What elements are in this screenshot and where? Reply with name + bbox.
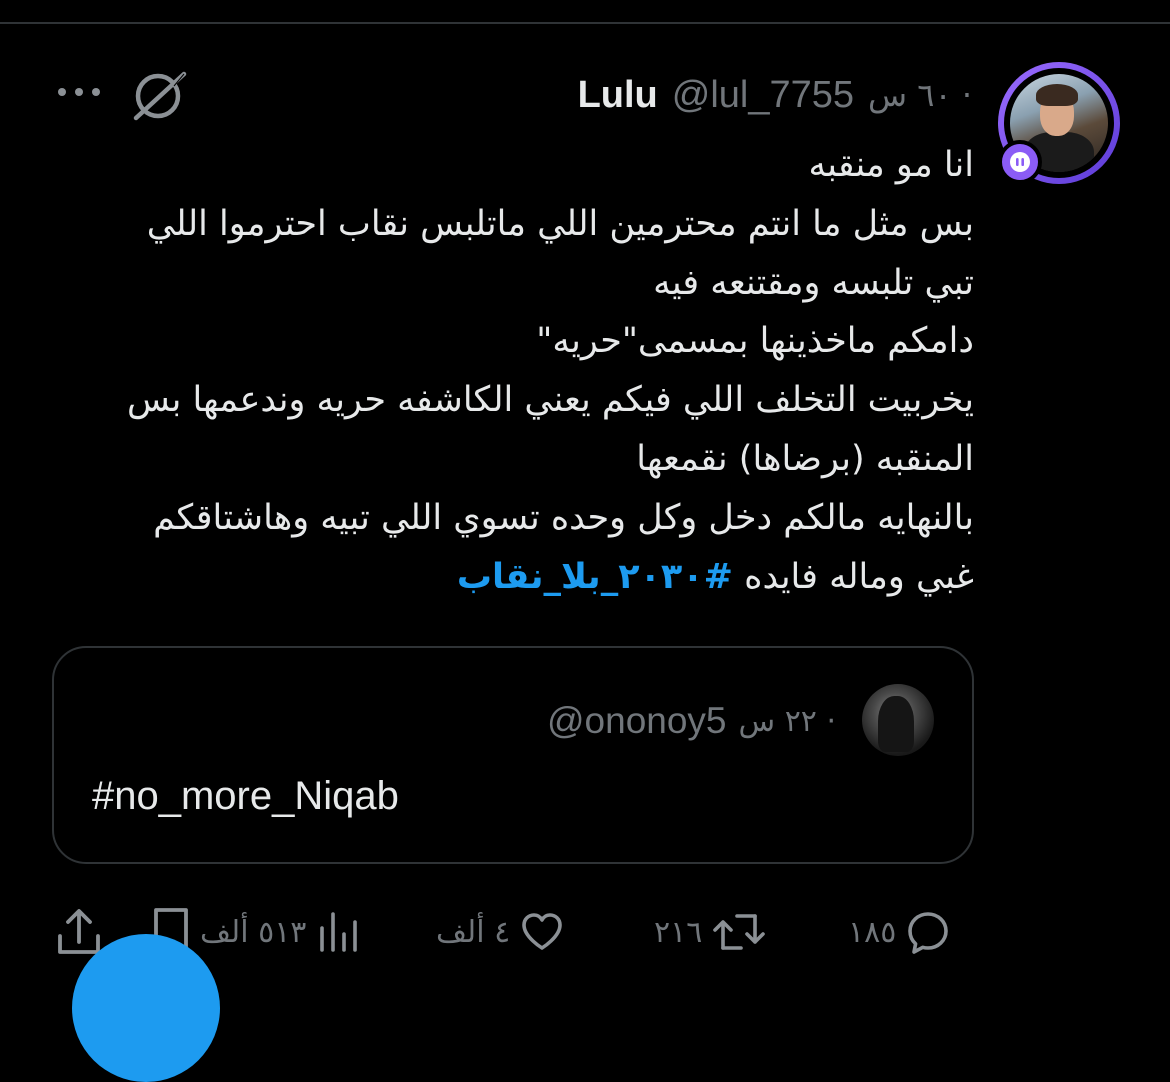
quoted-author-handle[interactable]: @ononoy5 — [547, 700, 727, 742]
avatar-photo-hair — [1036, 84, 1078, 106]
author-name[interactable]: Lulu — [578, 74, 658, 117]
tweet-line: تبي تلبسه ومقتنعه فيه — [653, 262, 974, 303]
hashtag-link[interactable]: #٢٠٣٠_بلا_نقاب — [457, 557, 733, 597]
tweet-line-last: غبي وماله فايده #٢٠٣٠_بلا_نقاب — [44, 548, 974, 607]
like-button[interactable]: ٤ ألف — [436, 904, 566, 960]
tweet-header: Lulu @lul_7755 · ٦٠ س — [578, 70, 972, 120]
grok-icon[interactable] — [130, 68, 190, 124]
reply-button[interactable]: ١٨٥ — [848, 904, 952, 960]
tweet-text: انا مو منقبه بس مثل ما انتم محترمين اللي… — [44, 136, 974, 606]
top-divider — [0, 22, 1170, 24]
repost-icon — [713, 914, 766, 950]
repost-count: ٢١٦ — [654, 914, 703, 950]
reply-count: ١٨٥ — [848, 914, 897, 950]
quoted-tweet-header: @ononoy5 · ٢٢ س — [547, 700, 836, 742]
like-count: ٤ ألف — [436, 914, 511, 950]
views-count: ٥١٣ ألف — [200, 914, 307, 950]
tweet-line-text: غبي وماله فايده — [732, 556, 974, 597]
tweet-line: بس مثل ما انتم محترمين اللي ماتلبس نقاب … — [146, 203, 974, 244]
microphone-icon — [1010, 152, 1030, 172]
quoted-tweet-card[interactable]: @ononoy5 · ٢٢ س #no_more_Niqab — [52, 646, 974, 864]
quoted-avatar-figure — [878, 696, 914, 752]
tweet-line: بالنهايه مالكم دخل وكل وحده تسوي اللي تب… — [153, 497, 974, 538]
quoted-tweet-time[interactable]: · ٢٢ س — [739, 704, 836, 739]
tweet-line: المنقبه (برضاها) نقمعها — [636, 438, 974, 479]
heart-icon — [522, 913, 563, 950]
quoted-author-avatar[interactable] — [862, 684, 934, 756]
more-options-icon[interactable] — [56, 82, 102, 102]
quoted-tweet-text[interactable]: #no_more_Niqab — [92, 774, 399, 819]
share-icon[interactable] — [54, 906, 104, 958]
tweet-line: يخربيت التخلف اللي فيكم يعني الكاشفه حري… — [126, 380, 974, 421]
repost-button[interactable]: ٢١٦ — [654, 904, 768, 960]
reply-icon — [908, 912, 949, 954]
views-chart-icon — [320, 912, 358, 952]
views-button[interactable]: ٥١٣ ألف — [200, 904, 362, 960]
tweet-time[interactable]: · ٦٠ س — [868, 76, 972, 114]
compose-floating-button[interactable] — [72, 934, 220, 1082]
author-handle[interactable]: @lul_7755 — [672, 74, 854, 117]
tweet-line: دامكم ماخذينها بمسمى"حريه" — [536, 321, 974, 362]
tweet-line: انا مو منقبه — [808, 145, 974, 185]
spaces-badge-icon — [998, 140, 1042, 184]
